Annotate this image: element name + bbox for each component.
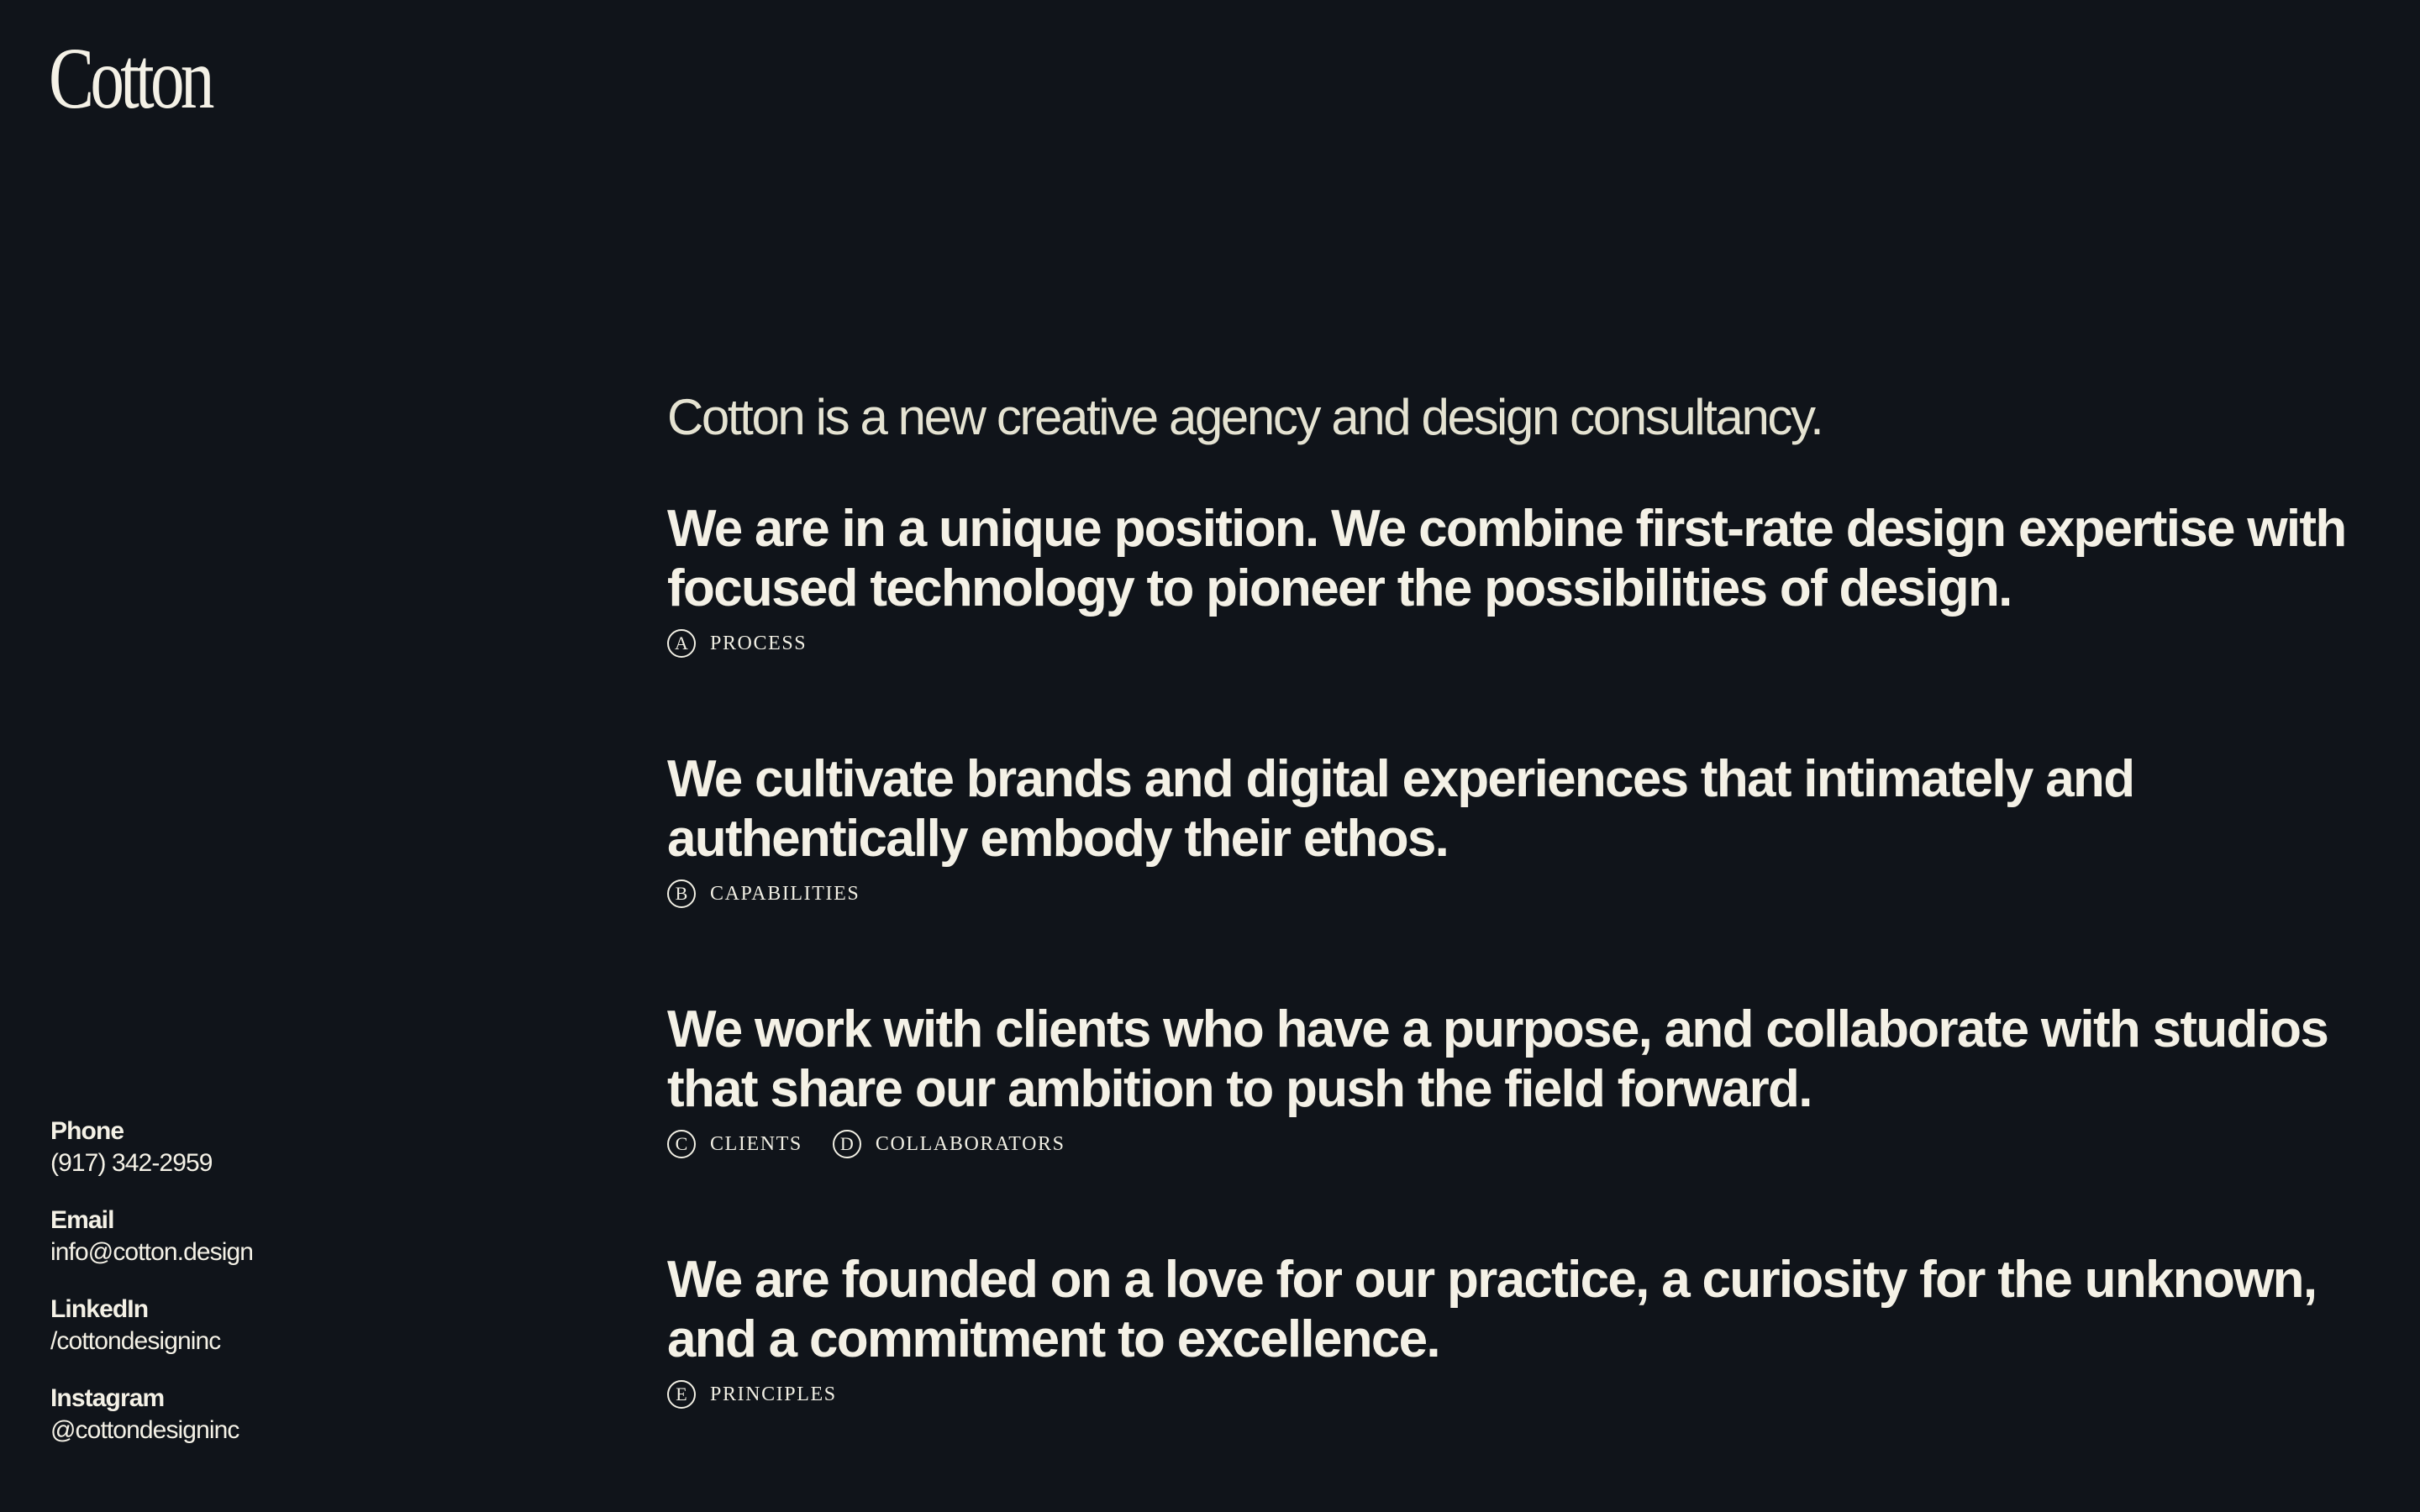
letter-e-circle-icon: E — [667, 1380, 696, 1409]
contact-email: Email info@cotton.design — [50, 1205, 387, 1268]
phone-label: Phone — [50, 1117, 124, 1145]
statement-text: We cultivate brands and digital experien… — [667, 750, 2135, 868]
letter-a-circle-icon: A — [667, 629, 696, 658]
section-principles: We are founded on a love for our practic… — [667, 1250, 2381, 1411]
section-tags: E PRINCIPLES — [667, 1378, 2381, 1411]
contact-phone: Phone (917) 342-2959 — [50, 1116, 387, 1179]
main-content: Cotton is a new creative agency and desi… — [667, 388, 2381, 1411]
tag-label: PRINCIPLES — [710, 1383, 837, 1405]
linkedin-link[interactable]: /cottondesigninc — [50, 1326, 387, 1357]
intro-text: Cotton is a new creative agency and desi… — [667, 389, 1824, 445]
instagram-label: Instagram — [50, 1384, 165, 1412]
statement-text: We are founded on a love for our practic… — [667, 1251, 2317, 1368]
section-tags: C CLIENTS D COLLABORATORS — [667, 1127, 2381, 1161]
email-label: Email — [50, 1206, 114, 1234]
phone-link[interactable]: (917) 342-2959 — [50, 1147, 387, 1179]
process-link[interactable]: A PROCESS — [667, 629, 807, 658]
linkedin-label: LinkedIn — [50, 1295, 149, 1323]
tag-label: PROCESS — [710, 632, 808, 654]
contact-info: Phone (917) 342-2959 Email info@cotton.d… — [50, 1116, 387, 1472]
letter-b-circle-icon: B — [667, 879, 696, 908]
instagram-link[interactable]: @cottondesigninc — [50, 1415, 387, 1446]
capabilities-link[interactable]: B CAPABILITIES — [667, 879, 860, 908]
email-link[interactable]: info@cotton.design — [50, 1236, 387, 1268]
letter-d-circle-icon: D — [832, 1130, 861, 1158]
section-tags: A PROCESS — [667, 627, 2381, 660]
statement-text: We are in a unique position. We combine … — [667, 500, 2347, 617]
section-clients: We work with clients who have a purpose,… — [667, 1000, 2381, 1161]
logo[interactable]: Cotton — [49, 35, 214, 123]
tag-label: COLLABORATORS — [875, 1132, 1065, 1155]
tag-label: CLIENTS — [710, 1132, 802, 1155]
contact-instagram: Instagram @cottondesigninc — [50, 1383, 387, 1446]
clients-link[interactable]: C CLIENTS — [667, 1130, 802, 1158]
section-process: We are in a unique position. We combine … — [667, 499, 2381, 660]
letter-c-circle-icon: C — [667, 1130, 696, 1158]
section-capabilities: We cultivate brands and digital experien… — [667, 749, 2381, 911]
collaborators-link[interactable]: D COLLABORATORS — [832, 1130, 1065, 1158]
principles-link[interactable]: E PRINCIPLES — [667, 1380, 837, 1409]
tag-label: CAPABILITIES — [710, 882, 860, 905]
statement-text: We work with clients who have a purpose,… — [667, 1000, 2329, 1118]
contact-linkedin: LinkedIn /cottondesigninc — [50, 1294, 387, 1357]
section-tags: B CAPABILITIES — [667, 877, 2381, 911]
